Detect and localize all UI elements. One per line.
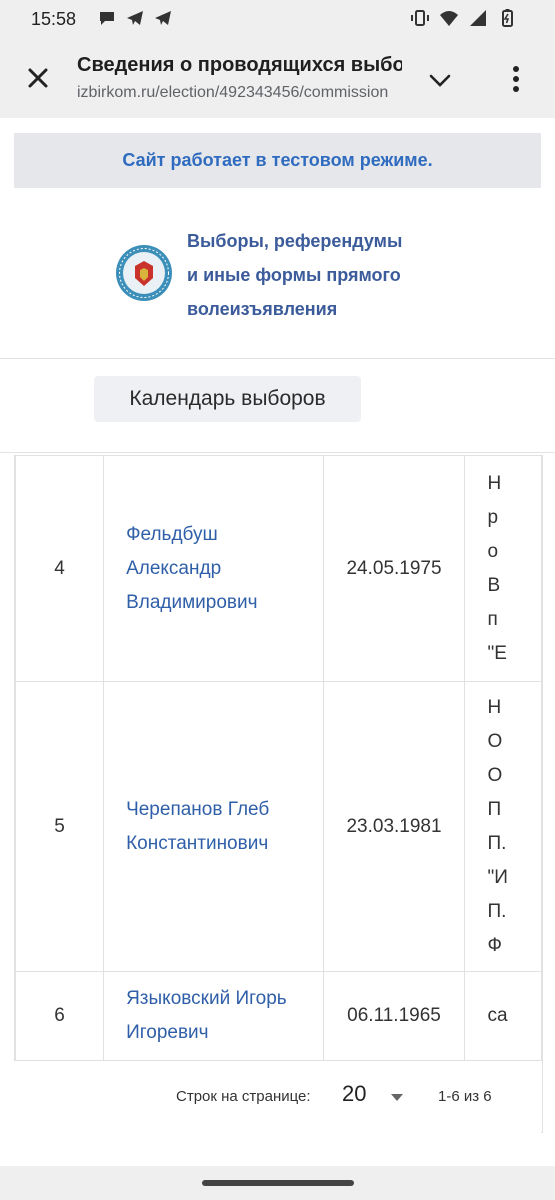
- table-row: 4 Фельдбуш Александр Владимирович 24.05.…: [15, 455, 542, 682]
- home-gesture-handle[interactable]: [202, 1180, 354, 1186]
- more-options-icon[interactable]: [505, 63, 527, 95]
- nomination-fragment: Н: [487, 472, 502, 494]
- telegram-icon: [127, 11, 143, 25]
- status-time: 15:58: [31, 9, 77, 29]
- nomination-fragment: О: [487, 730, 503, 752]
- test-mode-banner: Сайт работает в тестовом режиме.: [14, 133, 541, 188]
- messages-icon: [100, 12, 114, 25]
- nomination-fragment: П.: [487, 832, 507, 854]
- birth-date: 23.03.1981: [322, 681, 466, 972]
- row-number: 5: [15, 681, 105, 972]
- candidates-table: 4 Фельдбуш Александр Владимирович 24.05.…: [14, 455, 543, 1133]
- nomination-fragment: п: [487, 608, 498, 630]
- nomination-fragment: са: [487, 1005, 508, 1026]
- pagination: Строк на странице: 20 1-6 из 6: [14, 1060, 541, 1133]
- status-bar: 15:58: [0, 0, 555, 38]
- row-number: 4: [15, 455, 105, 682]
- wifi-icon: [440, 11, 458, 26]
- nomination-fragment: р: [487, 506, 499, 528]
- nomination-fragment: П: [487, 798, 502, 820]
- org-name-line: и иные формы прямого: [187, 265, 401, 285]
- vibrate-icon: [411, 10, 429, 26]
- telegram-icon: [155, 11, 171, 25]
- nomination-fragment: О: [487, 764, 503, 786]
- candidate-name-link[interactable]: Черепанов Глеб Константинович: [103, 681, 324, 972]
- nomination-fragment: "И: [487, 866, 508, 888]
- divider: [0, 358, 555, 359]
- nomination-fragment: Н: [487, 696, 502, 718]
- nomination-fragment: о: [487, 540, 499, 562]
- org-name-line: Выборы, референдумы: [187, 231, 403, 251]
- divider: [0, 452, 555, 453]
- org-name[interactable]: Выборы, референдумы и иные формы прямого…: [187, 224, 447, 326]
- nomination-fragment: "Е: [487, 642, 507, 664]
- caret-down-icon[interactable]: [390, 1093, 404, 1103]
- signal-icon: [470, 10, 486, 26]
- nomination-cell: Н р о В п "Е: [464, 455, 542, 682]
- close-icon[interactable]: [22, 62, 54, 94]
- birth-date: 24.05.1975: [322, 455, 466, 682]
- chevron-down-icon[interactable]: [425, 66, 455, 96]
- table-row: 6 Языковский Игорь Игоревич 06.11.1965 с…: [15, 971, 542, 1061]
- nomination-fragment: В: [487, 574, 501, 596]
- nomination-fragment: Ф: [487, 934, 502, 956]
- row-number: 6: [15, 971, 105, 1061]
- candidate-name-link[interactable]: Фельдбуш Александр Владимирович: [103, 455, 324, 682]
- page-url[interactable]: izbirkom.ru/election/492343456/commissio…: [77, 84, 399, 102]
- nomination-cell: са: [464, 971, 542, 1061]
- nomination-fragment: П.: [487, 900, 507, 922]
- rows-per-page-select[interactable]: 20: [342, 1081, 366, 1107]
- candidate-name-link[interactable]: Языковский Игорь Игоревич: [103, 971, 324, 1061]
- nomination-cell: Н О О П П. "И П. Ф: [464, 681, 542, 972]
- elections-calendar-button[interactable]: Календарь выборов: [94, 376, 361, 422]
- browser-toolbar: Сведения о проводящихся выборах izbirkom…: [0, 38, 555, 118]
- birth-date: 06.11.1965: [322, 971, 466, 1061]
- org-name-line: волеизъявления: [187, 299, 338, 319]
- pagination-range: 1-6 из 6: [438, 1088, 492, 1105]
- table-row: 5 Черепанов Глеб Константинович 23.03.19…: [15, 681, 542, 972]
- page-title: Сведения о проводящихся выборах: [77, 54, 402, 76]
- rows-per-page-label: Строк на странице:: [176, 1088, 311, 1105]
- emblem-logo-icon[interactable]: [115, 244, 173, 302]
- battery-icon: [502, 9, 513, 27]
